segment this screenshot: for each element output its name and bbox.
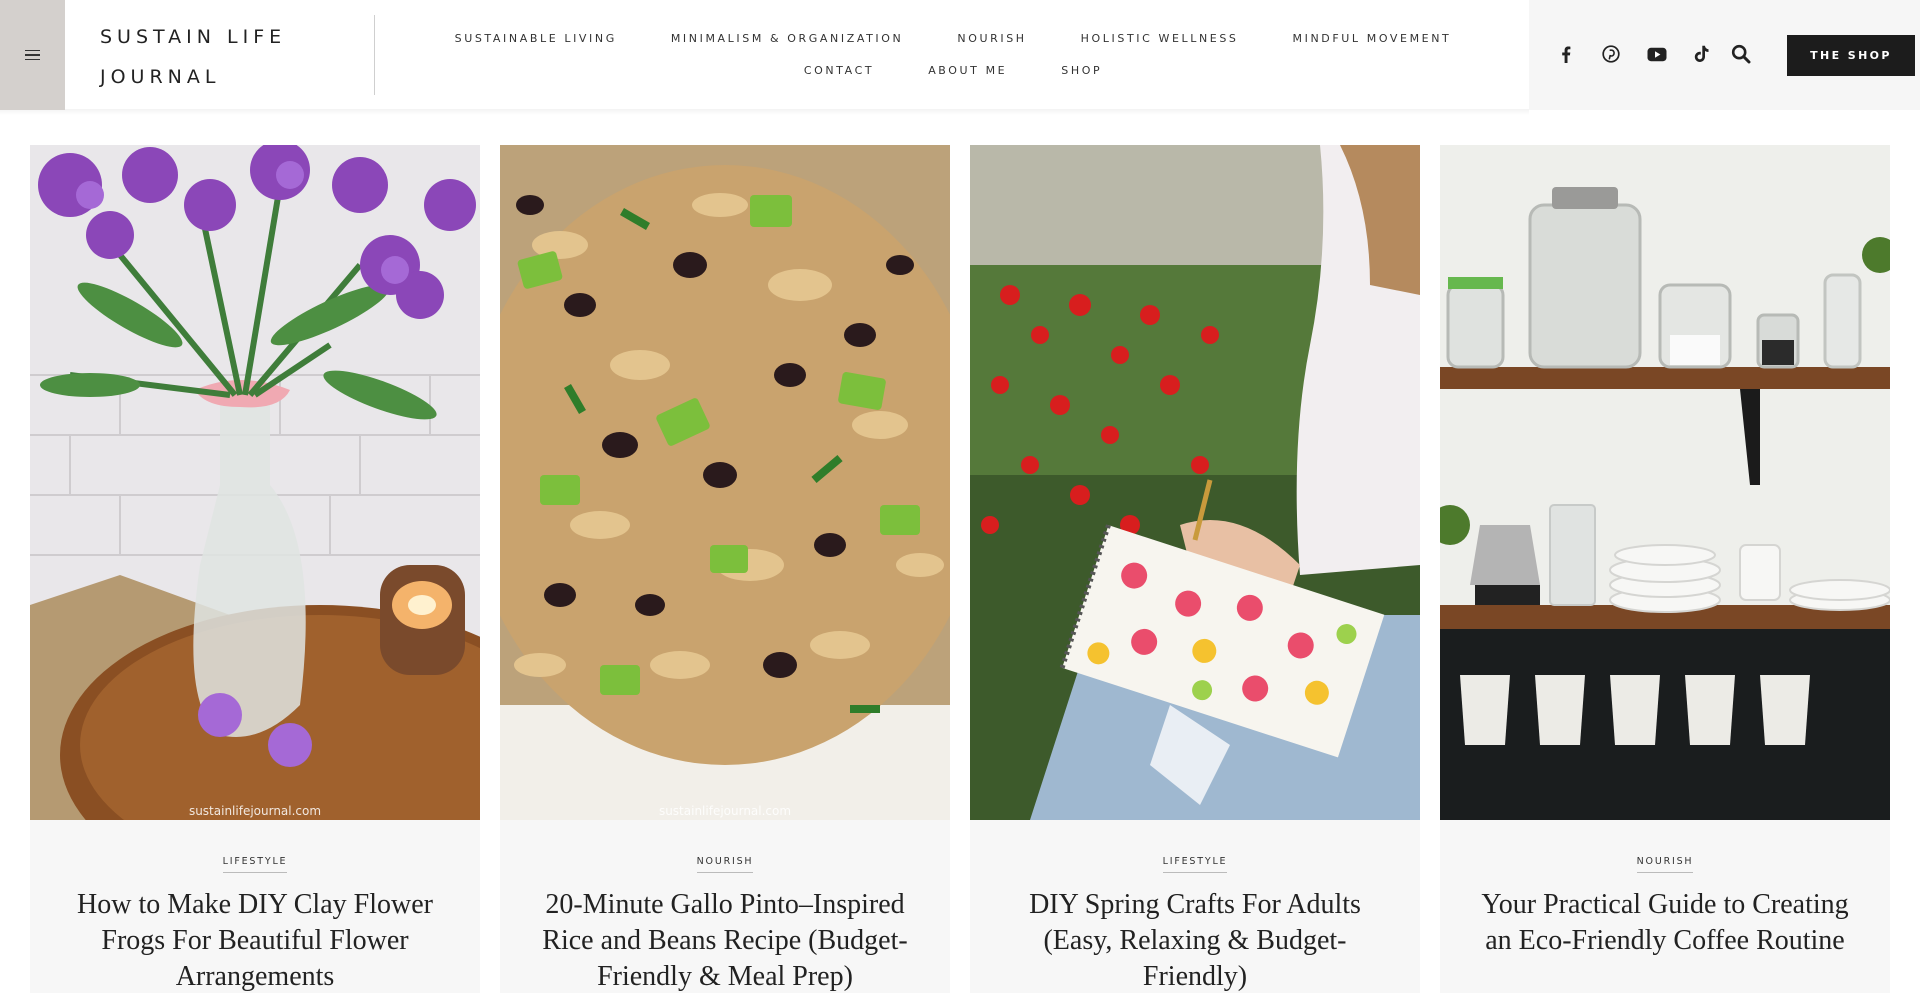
pinterest-icon[interactable] [1598,41,1624,67]
post-title[interactable]: 20-Minute Gallo Pinto–Inspired Rice and … [525,887,925,995]
tiktok-icon[interactable] [1689,41,1715,67]
facebook-icon[interactable] [1553,41,1579,67]
post-image-rice-and-beans[interactable]: sustainlifejournal.com [500,145,950,820]
post-card: sustainlifejournal.com NOURISH 20-Minute… [500,145,950,993]
image-watermark: sustainlifejournal.com [188,804,322,818]
nav-item-about-me[interactable]: ABOUT ME [928,63,1007,79]
post-category-wrap: LIFESTYLE [970,851,1420,873]
post-card: LIFESTYLE DIY Spring Crafts For Adults (… [970,145,1420,993]
post-category-wrap: LIFESTYLE [30,851,480,873]
nav-item-shop[interactable]: SHOP [1061,63,1102,79]
youtube-icon[interactable] [1644,41,1670,67]
image-watermark: sustainlifejournal.com [658,804,792,818]
site-header: SUSTAIN LIFE JOURNAL SUSTAINABLE LIVING … [0,0,1920,115]
nav-item-sustainable-living[interactable]: SUSTAINABLE LIVING [455,31,617,47]
post-card: sustainlifejournal.com LIFESTYLE How to … [30,145,480,993]
nav-row-2: CONTACT ABOUT ME SHOP [378,63,1528,79]
nav-item-mindful-movement[interactable]: MINDFUL MOVEMENT [1293,31,1452,47]
nav-row-1: SUSTAINABLE LIVING MINIMALISM & ORGANIZA… [378,31,1528,47]
search-icon[interactable] [1728,41,1754,67]
header-shadow [0,109,1529,115]
post-image-eco-coffee-routine[interactable] [1440,145,1890,820]
nav-item-holistic-wellness[interactable]: HOLISTIC WELLNESS [1081,31,1239,47]
post-category[interactable]: LIFESTYLE [1162,856,1228,873]
logo-line-2: JOURNAL [100,66,221,88]
site-logo[interactable]: SUSTAIN LIFE JOURNAL [100,17,360,97]
post-image-clay-flower-frogs[interactable]: sustainlifejournal.com [30,145,480,820]
logo-divider [374,15,375,95]
nav-item-nourish[interactable]: NOURISH [957,31,1026,47]
menu-toggle-button[interactable] [0,0,65,110]
post-category-wrap: NOURISH [1440,851,1890,873]
post-category[interactable]: NOURISH [696,856,754,873]
nav-item-contact[interactable]: CONTACT [804,63,874,79]
post-category[interactable]: NOURISH [1636,856,1694,873]
post-title[interactable]: Your Practical Guide to Creating an Eco-… [1465,887,1865,959]
post-card: NOURISH Your Practical Guide to Creating… [1440,145,1890,993]
post-category[interactable]: LIFESTYLE [222,856,288,873]
post-title[interactable]: How to Make DIY Clay Flower Frogs For Be… [55,887,455,995]
nav-item-minimalism-organization[interactable]: MINIMALISM & ORGANIZATION [671,31,904,47]
hamburger-icon [25,49,40,61]
post-image-spring-crafts[interactable] [970,145,1420,820]
post-category-wrap: NOURISH [500,851,950,873]
logo-line-1: SUSTAIN LIFE [100,26,287,48]
the-shop-button[interactable]: THE SHOP [1787,35,1915,76]
post-title[interactable]: DIY Spring Crafts For Adults (Easy, Rela… [995,887,1395,995]
